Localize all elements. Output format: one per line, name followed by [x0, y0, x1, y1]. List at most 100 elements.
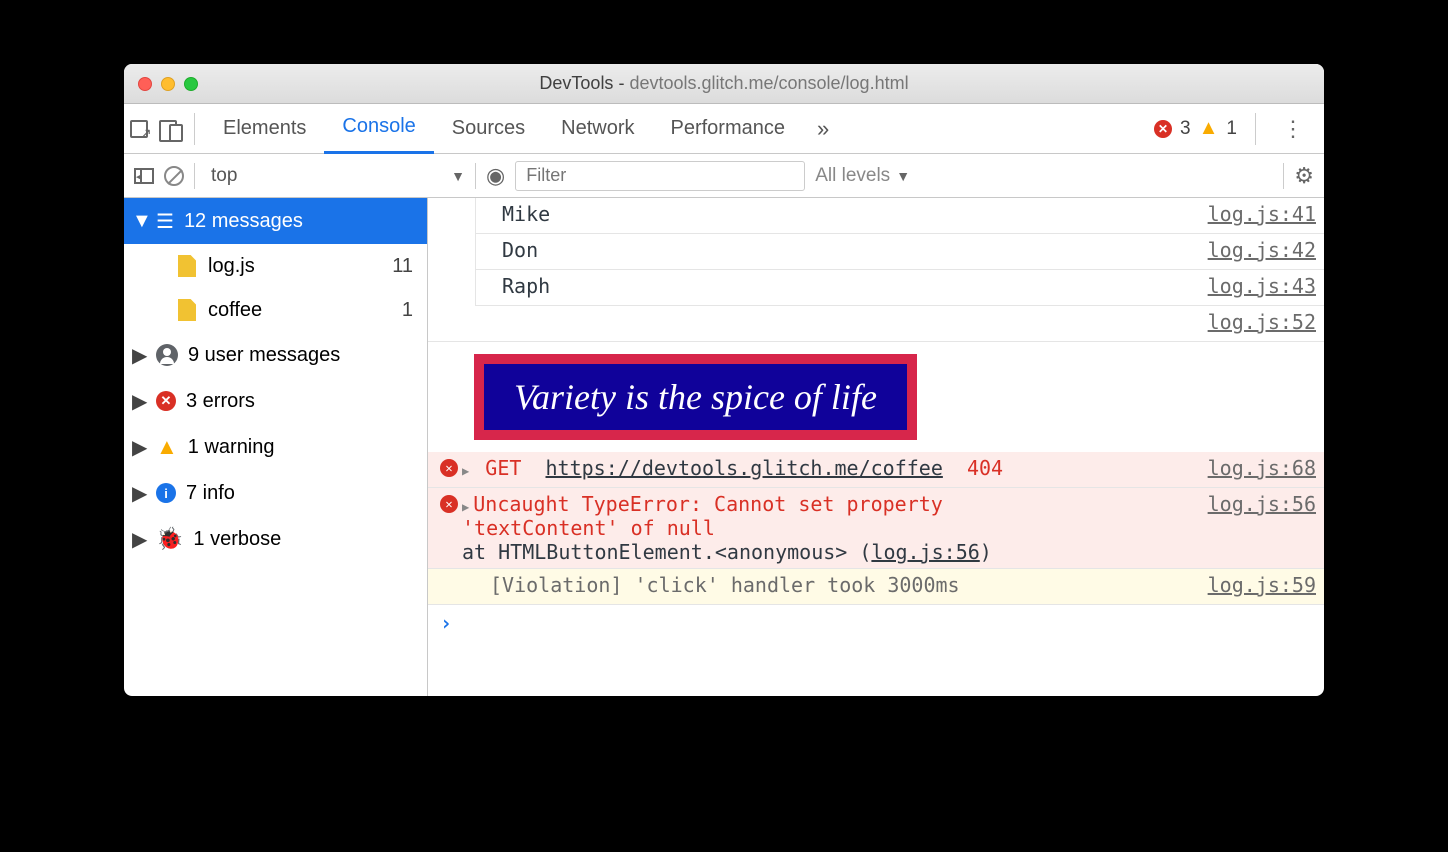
warning-count[interactable]: 1: [1226, 118, 1237, 140]
styled-log-row: Variety is the spice of life: [428, 342, 1324, 452]
error-icon: ✕: [440, 459, 458, 477]
error-row-exception[interactable]: ✕ ▶ Uncaught TypeError: Cannot set proper…: [428, 488, 1324, 569]
warning-badge-icon[interactable]: ▲: [1199, 117, 1219, 140]
stack-pre: at HTMLButtonElement.<anonymous> (: [462, 540, 871, 564]
error-line2: 'textContent' of null: [462, 516, 715, 540]
error-badge-icon[interactable]: ✕: [1154, 120, 1172, 138]
context-selector[interactable]: top ▼: [205, 165, 465, 187]
violation-message: [Violation] 'click' handler took 3000ms: [484, 573, 1200, 597]
sidebar-item-info[interactable]: ▶ i 7 info: [124, 470, 427, 516]
error-line1: Uncaught TypeError: Cannot set property: [473, 492, 943, 516]
sidebar-item-warnings[interactable]: ▶ ▲ 1 warning: [124, 424, 427, 470]
tab-console[interactable]: Console: [324, 104, 433, 154]
sidebar-item-label: 1 warning: [188, 436, 275, 459]
log-message: Don: [482, 238, 1200, 262]
log-levels-label: All levels: [815, 165, 890, 187]
http-status: 404: [967, 456, 1003, 480]
group-gutter: [428, 198, 476, 306]
log-message: Mike: [482, 202, 1200, 226]
error-row-network[interactable]: ✕ ▶ GET https://devtools.glitch.me/coffe…: [428, 452, 1324, 488]
sidebar-item-label: 3 errors: [186, 390, 255, 413]
log-source-link[interactable]: log.js:56: [1200, 492, 1316, 516]
log-source-link[interactable]: log.js:42: [1200, 238, 1316, 262]
tab-performance[interactable]: Performance: [653, 104, 804, 154]
devtools-tabbar: Elements Console Sources Network Perform…: [124, 104, 1324, 154]
tab-elements[interactable]: Elements: [205, 104, 324, 154]
error-icon: ✕: [156, 391, 176, 411]
devtools-window: DevTools - devtools.glitch.me/console/lo…: [124, 64, 1324, 696]
log-source-link[interactable]: log.js:41: [1200, 202, 1316, 226]
title-url: devtools.glitch.me/console/log.html: [629, 73, 908, 93]
tab-network[interactable]: Network: [543, 104, 652, 154]
log-source-link[interactable]: log.js:52: [1200, 310, 1316, 334]
chevron-down-icon: ▼: [132, 210, 146, 233]
expand-icon[interactable]: ▶: [462, 464, 469, 478]
live-expression-icon[interactable]: ◉: [486, 163, 505, 189]
menu-kebab-icon[interactable]: ⋮: [1274, 116, 1312, 142]
violation-row[interactable]: [Violation] 'click' handler took 3000ms …: [428, 569, 1324, 605]
stack-post: ): [980, 540, 992, 564]
device-toggle-icon[interactable]: [159, 120, 179, 138]
title-prefix: DevTools -: [539, 73, 629, 93]
user-icon: [156, 344, 178, 366]
styled-log-text: Variety is the spice of life: [474, 354, 917, 440]
expand-icon[interactable]: ▶: [462, 500, 469, 514]
sidebar-file-name: coffee: [208, 299, 262, 322]
sidebar-item-label: 7 info: [186, 482, 235, 505]
sidebar-messages-label: 12 messages: [184, 210, 303, 233]
log-row-styled-src[interactable]: log.js:52: [428, 306, 1324, 342]
sidebar-file-logjs[interactable]: log.js 11: [124, 244, 427, 288]
chevron-right-icon: ▶: [132, 527, 146, 552]
log-row[interactable]: Mike log.js:41: [476, 198, 1324, 234]
sidebar-item-errors[interactable]: ▶ ✕ 3 errors: [124, 378, 427, 424]
sidebar-file-name: log.js: [208, 255, 255, 278]
filter-input[interactable]: [515, 161, 805, 191]
bug-icon: 🐞: [156, 526, 183, 552]
sidebar-item-label: 9 user messages: [188, 344, 340, 367]
settings-gear-icon[interactable]: ⚙: [1294, 163, 1314, 189]
sidebar-file-coffee[interactable]: coffee 1: [124, 288, 427, 332]
sidebar-file-count: 11: [392, 255, 413, 278]
chevron-right-icon: ▶: [132, 481, 146, 506]
http-method: GET: [485, 456, 521, 480]
log-source-link[interactable]: log.js:43: [1200, 274, 1316, 298]
chevron-right-icon: ▶: [132, 343, 146, 368]
clear-console-icon[interactable]: [164, 166, 184, 186]
list-icon: ☰: [156, 209, 174, 234]
file-icon: [178, 255, 196, 277]
log-row[interactable]: Don log.js:42: [476, 234, 1324, 270]
titlebar: DevTools - devtools.glitch.me/console/lo…: [124, 64, 1324, 104]
console-prompt[interactable]: ›: [428, 605, 1324, 641]
log-source-link[interactable]: log.js:59: [1200, 573, 1316, 597]
error-icon: ✕: [440, 495, 458, 513]
console-output: Mike log.js:41 Don log.js:42 Raph log.js…: [428, 198, 1324, 696]
sidebar-item-verbose[interactable]: ▶ 🐞 1 verbose: [124, 516, 427, 562]
console-toolbar: ◄ top ▼ ◉ All levels ▼ ⚙: [124, 154, 1324, 198]
console-sidebar: ▼ ☰ 12 messages log.js 11 coffee 1 ▶ 9 u…: [124, 198, 428, 696]
sidebar-item-user-messages[interactable]: ▶ 9 user messages: [124, 332, 427, 378]
tabs-overflow-button[interactable]: »: [803, 116, 843, 142]
file-icon: [178, 299, 196, 321]
request-url-link[interactable]: https://devtools.glitch.me/coffee: [546, 456, 943, 480]
tab-sources[interactable]: Sources: [434, 104, 543, 154]
warning-icon: ▲: [156, 436, 178, 458]
sidebar-file-count: 1: [402, 299, 413, 322]
context-label: top: [205, 165, 237, 187]
log-source-link[interactable]: log.js:68: [1200, 456, 1316, 480]
chevron-right-icon: ▶: [132, 435, 146, 460]
inspect-icon[interactable]: [130, 120, 148, 138]
chevron-down-icon: ▼: [451, 168, 465, 184]
toggle-sidebar-icon[interactable]: ◄: [134, 168, 154, 184]
sidebar-item-messages[interactable]: ▼ ☰ 12 messages: [124, 198, 427, 244]
stack-link[interactable]: log.js:56: [871, 540, 979, 564]
console-body: ▼ ☰ 12 messages log.js 11 coffee 1 ▶ 9 u…: [124, 198, 1324, 696]
window-title: DevTools - devtools.glitch.me/console/lo…: [124, 73, 1324, 94]
log-message: Raph: [482, 274, 1200, 298]
error-count[interactable]: 3: [1180, 118, 1191, 140]
chevron-right-icon: ▶: [132, 389, 146, 414]
chevron-down-icon: ▼: [896, 168, 910, 184]
log-levels-selector[interactable]: All levels ▼: [815, 165, 910, 187]
log-row[interactable]: Raph log.js:43: [476, 270, 1324, 306]
sidebar-item-label: 1 verbose: [193, 528, 281, 551]
info-icon: i: [156, 483, 176, 503]
